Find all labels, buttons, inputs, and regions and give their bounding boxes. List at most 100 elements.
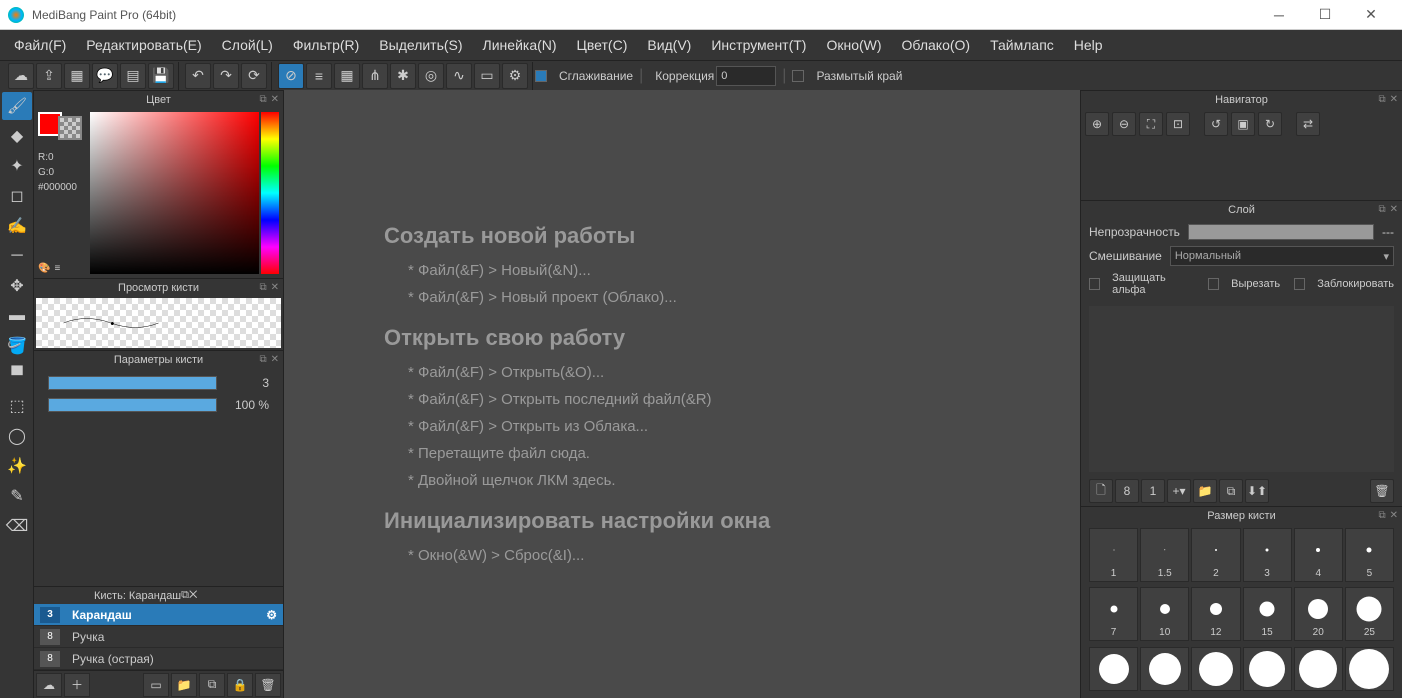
- menu-help[interactable]: Help: [1064, 33, 1113, 57]
- brush-item-pen[interactable]: 8 Ручка: [34, 626, 283, 648]
- bucket-tool-icon[interactable]: 🪣: [2, 332, 32, 360]
- brushsize-large-1[interactable]: [1089, 647, 1138, 691]
- duplicate-icon[interactable]: ⧉: [199, 673, 225, 697]
- menu-file[interactable]: Файл(F): [4, 33, 76, 57]
- snap-circle-icon[interactable]: ◎: [418, 63, 444, 89]
- close-button[interactable]: ✕: [1348, 0, 1394, 30]
- opacity-bar[interactable]: [1188, 224, 1374, 240]
- brushsize-2[interactable]: 2: [1191, 528, 1240, 582]
- brushsize-10[interactable]: 10: [1140, 587, 1189, 641]
- brushsize-large-2[interactable]: [1140, 647, 1189, 691]
- duplicate-layer-icon[interactable]: ⧉: [1219, 479, 1243, 503]
- fill-tool-icon[interactable]: ▬: [2, 302, 32, 330]
- color-field[interactable]: [90, 112, 259, 274]
- shape-tool-icon[interactable]: ◻: [2, 182, 32, 210]
- brushsize-15[interactable]: 15: [1243, 587, 1292, 641]
- sel-lasso-icon[interactable]: ◯: [2, 422, 32, 450]
- brush-item-pencil[interactable]: 3 Карандаш ⚙: [34, 604, 283, 626]
- gear-icon[interactable]: ⚙: [266, 608, 277, 622]
- palette-icon[interactable]: 🎨: [38, 263, 50, 274]
- brushsize-7[interactable]: 7: [1089, 587, 1138, 641]
- path-tool-icon[interactable]: ✍: [2, 212, 32, 240]
- menu-ruler[interactable]: Линейка(N): [473, 33, 567, 57]
- close-panel-icon[interactable]: ✕: [271, 94, 279, 105]
- snap-off-icon[interactable]: ⊘: [278, 63, 304, 89]
- snap-curve-icon[interactable]: ∿: [446, 63, 472, 89]
- menu-timelapse[interactable]: Таймлапс: [980, 33, 1064, 57]
- brushsize-5[interactable]: 5: [1345, 528, 1394, 582]
- page-icon[interactable]: ▤: [120, 63, 146, 89]
- save-icon[interactable]: 💾: [148, 63, 174, 89]
- menu-edit[interactable]: Редактировать(E): [76, 33, 211, 57]
- brushsize-large-5[interactable]: [1294, 647, 1343, 691]
- opacity-slider[interactable]: [48, 398, 217, 412]
- hue-slider[interactable]: [261, 112, 279, 274]
- selerase-tool-icon[interactable]: ⌫: [2, 512, 32, 540]
- folder-layer-icon[interactable]: 📁: [1193, 479, 1217, 503]
- smoothing-checkbox[interactable]: [535, 70, 547, 82]
- line-tool-icon[interactable]: ─: [2, 242, 32, 270]
- reset-rotation-icon[interactable]: ▣: [1231, 112, 1255, 136]
- add-layer-menu-icon[interactable]: +▾: [1167, 479, 1191, 503]
- material-icon[interactable]: ▦: [64, 63, 90, 89]
- cloud-brush-icon[interactable]: ☁: [36, 673, 62, 697]
- brush-item-sharp-pen[interactable]: 8 Ручка (острая): [34, 648, 283, 670]
- maximize-button[interactable]: ☐: [1302, 0, 1348, 30]
- snap-settings-icon[interactable]: ⚙: [502, 63, 528, 89]
- snap-parallel-icon[interactable]: ≡: [306, 63, 332, 89]
- actual-size-icon[interactable]: ⊡: [1166, 112, 1190, 136]
- brushsize-1[interactable]: 1: [1089, 528, 1138, 582]
- brushsize-20[interactable]: 20: [1294, 587, 1343, 641]
- zoom-in-icon[interactable]: ⊕: [1085, 112, 1109, 136]
- undock-icon[interactable]: ⧉: [259, 94, 266, 105]
- rotate-cw-icon[interactable]: ↻: [1258, 112, 1282, 136]
- wand-tool-icon[interactable]: ✨: [2, 452, 32, 480]
- snap-radial-icon[interactable]: ✱: [390, 63, 416, 89]
- brushsize-3[interactable]: 3: [1243, 528, 1292, 582]
- move-tool-icon[interactable]: ✥: [2, 272, 32, 300]
- loading-icon[interactable]: ⟳: [241, 63, 267, 89]
- menu-select[interactable]: Выделить(S): [369, 33, 472, 57]
- correction-input[interactable]: [716, 66, 776, 86]
- brushsize-large-3[interactable]: [1191, 647, 1240, 691]
- comment-icon[interactable]: 💬: [92, 63, 118, 89]
- delete-layer-icon[interactable]: 🗑: [1370, 479, 1394, 503]
- add-brush-icon[interactable]: ＋: [64, 673, 90, 697]
- cloud-sync-icon[interactable]: ☁: [8, 63, 34, 89]
- menu-view[interactable]: Вид(V): [637, 33, 701, 57]
- snap-perspective-icon[interactable]: ⋔: [362, 63, 388, 89]
- blurred-edge-checkbox[interactable]: [792, 70, 804, 82]
- brushsize-1-5[interactable]: 1.5: [1140, 528, 1189, 582]
- brushsize-large-4[interactable]: [1243, 647, 1292, 691]
- menu-filter[interactable]: Фильтр(R): [283, 33, 369, 57]
- brushsize-12[interactable]: 12: [1191, 587, 1240, 641]
- cut-checkbox[interactable]: [1208, 278, 1219, 290]
- gradient-tool-icon[interactable]: ▀: [2, 362, 32, 390]
- share-icon[interactable]: ⇪: [36, 63, 62, 89]
- layer-list[interactable]: [1089, 306, 1394, 472]
- redo-icon[interactable]: ↷: [213, 63, 239, 89]
- zoom-out-icon[interactable]: ⊖: [1112, 112, 1136, 136]
- background-color-swatch[interactable]: [58, 116, 82, 140]
- sel-rect-icon[interactable]: ⬚: [2, 392, 32, 420]
- brushsize-25[interactable]: 25: [1345, 587, 1394, 641]
- new-1bit-icon[interactable]: 1: [1141, 479, 1165, 503]
- protect-alpha-checkbox[interactable]: [1089, 278, 1100, 290]
- brushsize-large-6[interactable]: [1345, 647, 1394, 691]
- brush-group-icon[interactable]: ▭: [143, 673, 169, 697]
- lock-checkbox[interactable]: [1294, 278, 1305, 290]
- new-layer-icon[interactable]: 🗋: [1089, 479, 1113, 503]
- new-8bit-icon[interactable]: 8: [1115, 479, 1139, 503]
- flip-icon[interactable]: ⇄: [1296, 112, 1320, 136]
- dot-tool-icon[interactable]: ✦: [2, 152, 32, 180]
- menu-tool[interactable]: Инструмент(T): [701, 33, 816, 57]
- folder-icon[interactable]: 📁: [171, 673, 197, 697]
- merge-layer-icon[interactable]: ⬇⬆: [1245, 479, 1269, 503]
- brush-tool-icon[interactable]: 🖌: [2, 92, 32, 120]
- menu-cloud[interactable]: Облако(O): [892, 33, 981, 57]
- rotate-ccw-icon[interactable]: ↺: [1204, 112, 1228, 136]
- menu-window[interactable]: Окно(W): [816, 33, 891, 57]
- minimize-button[interactable]: ─: [1256, 0, 1302, 30]
- size-slider[interactable]: [48, 376, 217, 390]
- snap-grid-icon[interactable]: ▦: [334, 63, 360, 89]
